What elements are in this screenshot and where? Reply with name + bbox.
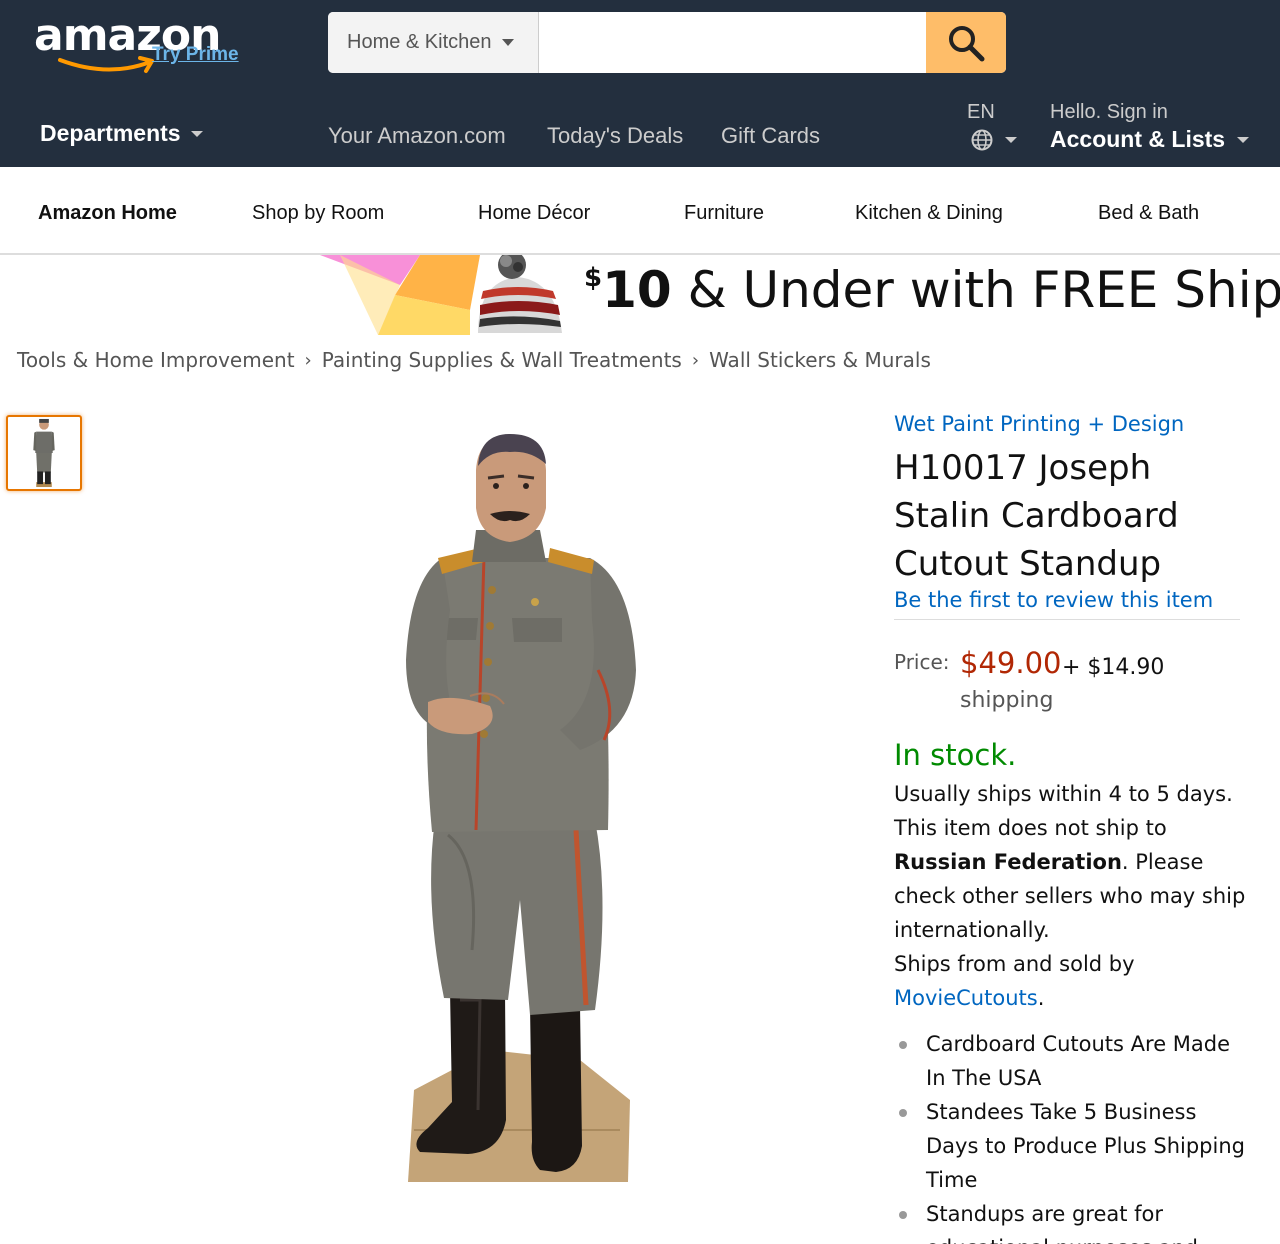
sign-in-greeting: Hello. Sign in bbox=[1050, 101, 1168, 123]
nav-link-your-amazon[interactable]: Your Amazon.com bbox=[328, 123, 506, 149]
promo-banner[interactable]: $10 & Under with FREE Shipping bbox=[0, 255, 1280, 335]
feature-bullet: Cardboard Cutouts Are Made In The USA bbox=[894, 1027, 1254, 1095]
feature-bullet: Standups are great for educational purpo… bbox=[894, 1197, 1254, 1244]
store-subnav: Amazon Home Shop by Room Home Décor Furn… bbox=[0, 167, 1280, 255]
ship-text: . bbox=[1037, 986, 1045, 1010]
breadcrumb-tools-home-improvement[interactable]: Tools & Home Improvement bbox=[17, 348, 295, 372]
language-selector[interactable]: EN bbox=[967, 101, 1017, 151]
divider bbox=[894, 619, 1240, 620]
product-thumbnail[interactable] bbox=[6, 415, 82, 491]
language-label: EN bbox=[967, 101, 995, 123]
product-title-line: Cutout Standup bbox=[894, 544, 1162, 584]
review-link[interactable]: Be the first to review this item bbox=[894, 588, 1213, 612]
chevron-right-icon: › bbox=[691, 349, 700, 371]
top-nav: amazon Try Prime Home & Kitchen Departme… bbox=[0, 0, 1280, 167]
breadcrumb-painting-supplies[interactable]: Painting Supplies & Wall Treatments bbox=[322, 348, 682, 372]
subnav-bed-bath[interactable]: Bed & Bath bbox=[1098, 202, 1199, 225]
product-main-image[interactable] bbox=[380, 430, 660, 1190]
banner-currency: $ bbox=[584, 263, 603, 293]
banner-text: & Under with FREE Shipping bbox=[687, 261, 1280, 319]
availability-status: In stock. bbox=[894, 738, 1017, 772]
standup-figure-image bbox=[406, 434, 636, 1182]
account-menu[interactable]: Hello. Sign in Account & Lists bbox=[1050, 101, 1250, 153]
chevron-down-icon bbox=[501, 39, 514, 46]
shipping-cost: + $14.90 bbox=[1062, 655, 1165, 680]
chevron-right-icon: › bbox=[304, 349, 312, 371]
ship-text: Usually ships within 4 to 5 days. This i… bbox=[894, 782, 1233, 840]
smile-arrow-icon bbox=[58, 56, 154, 73]
standup-figure-thumbnail bbox=[33, 418, 55, 488]
chevron-down-icon bbox=[1005, 137, 1017, 143]
price-label: Price: bbox=[894, 650, 950, 674]
departments-label: Departments bbox=[40, 120, 181, 146]
product-title-line: Stalin Cardboard bbox=[894, 496, 1179, 536]
breadcrumb-wall-stickers[interactable]: Wall Stickers & Murals bbox=[709, 348, 931, 372]
feature-bullet: Standees Take 5 Business Days to Produce… bbox=[894, 1095, 1254, 1197]
search-icon bbox=[949, 25, 985, 61]
chevron-down-icon bbox=[1237, 136, 1250, 143]
shipping-label: shipping bbox=[960, 688, 1054, 713]
price-value: $49.00 bbox=[960, 646, 1062, 680]
search-input[interactable] bbox=[539, 12, 926, 73]
banner-headline: $10 & Under with FREE Shipping bbox=[584, 261, 1280, 319]
ship-text: Ships from and sold by bbox=[894, 952, 1135, 976]
subnav-amazon-home[interactable]: Amazon Home bbox=[38, 202, 177, 225]
search-button[interactable] bbox=[926, 12, 1006, 73]
account-lists-label: Account & Lists bbox=[1050, 126, 1226, 152]
shipping-info: Usually ships within 4 to 5 days. This i… bbox=[894, 777, 1254, 1015]
departments-menu[interactable]: Departments bbox=[40, 120, 203, 147]
brand-link[interactable]: Wet Paint Printing + Design bbox=[894, 412, 1184, 436]
seller-link[interactable]: MovieCutouts bbox=[894, 986, 1038, 1010]
nav-link-todays-deals[interactable]: Today's Deals bbox=[547, 123, 683, 149]
feature-bullets: Cardboard Cutouts Are Made In The USA St… bbox=[894, 1027, 1254, 1244]
search-category-dropdown[interactable]: Home & Kitchen bbox=[328, 12, 539, 73]
subnav-shop-by-room[interactable]: Shop by Room bbox=[252, 202, 384, 225]
chevron-down-icon bbox=[190, 130, 203, 137]
subnav-kitchen-dining[interactable]: Kitchen & Dining bbox=[855, 202, 1003, 225]
banner-amount: 10 bbox=[602, 261, 672, 319]
subnav-home-decor[interactable]: Home Décor bbox=[478, 202, 590, 225]
banner-graphic bbox=[320, 255, 562, 335]
breadcrumb: Tools & Home Improvement › Painting Supp… bbox=[17, 348, 931, 372]
subnav-furniture[interactable]: Furniture bbox=[684, 202, 764, 225]
amazon-logo[interactable]: amazon Try Prime bbox=[34, 10, 254, 73]
try-prime-link[interactable]: Try Prime bbox=[152, 44, 239, 66]
product-title: H10017 Joseph Stalin Cardboard Cutout St… bbox=[894, 444, 1254, 588]
ship-country: Russian Federation bbox=[894, 850, 1122, 874]
globe-icon bbox=[971, 129, 993, 151]
nav-link-gift-cards[interactable]: Gift Cards bbox=[721, 123, 820, 149]
product-title-line: H10017 Joseph bbox=[894, 448, 1152, 488]
search-category-label: Home & Kitchen bbox=[347, 31, 492, 53]
search-bar: Home & Kitchen bbox=[328, 12, 1006, 73]
